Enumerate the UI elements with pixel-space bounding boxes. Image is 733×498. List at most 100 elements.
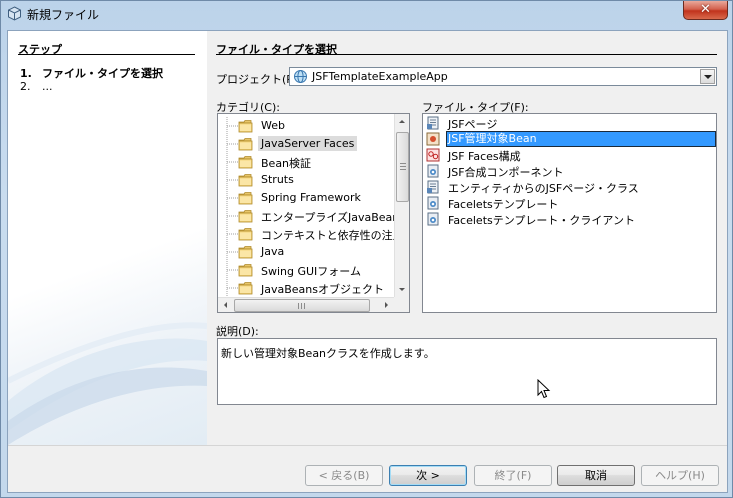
- close-button[interactable]: ✕: [683, 1, 728, 20]
- tree-item-label: JavaBeansオブジェクト: [261, 283, 384, 296]
- file-type-item[interactable]: JSFページ: [423, 115, 716, 131]
- description-label: 説明(D):: [216, 325, 259, 338]
- decorative-swoosh: [8, 322, 207, 445]
- file-type-label: Faceletsテンプレート・クライアント: [448, 214, 635, 227]
- tree-item[interactable]: コンテキストと依存性の注入: [218, 225, 404, 243]
- folder-icon: [238, 263, 254, 277]
- description-box: 新しい管理対象Beanクラスを作成します。: [217, 338, 717, 405]
- file-type-item[interactable]: エンティティからのJSFページ・クラス: [423, 179, 716, 195]
- categories-vertical-scrollbar[interactable]: [394, 114, 409, 297]
- scroll-left-arrow-icon[interactable]: [218, 298, 233, 312]
- title-bar[interactable]: 新規ファイル ✕: [1, 1, 732, 27]
- faces-config-icon: [426, 148, 440, 162]
- tree-connector: [226, 243, 238, 261]
- tree-item-label: エンタープライズJavaBeans: [261, 211, 406, 224]
- close-icon: ✕: [700, 2, 711, 17]
- categories-horizontal-scrollbar[interactable]: [218, 297, 409, 312]
- button-bar: < 戻る(B) 次 > 終了(F) 取消 ヘルプ(H): [8, 445, 727, 492]
- description-text: 新しい管理対象Beanクラスを作成します。: [221, 347, 435, 360]
- grip-line: [304, 303, 305, 309]
- tree-item-label: Java: [261, 245, 285, 258]
- tree-item-label: Bean検証: [261, 157, 312, 170]
- steps-divider: [18, 54, 195, 55]
- project-globe-icon: [294, 70, 307, 83]
- tree-item-label: Swing GUIフォーム: [261, 265, 361, 278]
- tree-connector: [226, 171, 238, 189]
- tree-connector: [226, 153, 238, 171]
- tree-item[interactable]: Spring Framework: [218, 189, 394, 207]
- step-label: ファイル・タイプを選択: [42, 67, 163, 80]
- tree-item[interactable]: Bean検証: [218, 153, 394, 171]
- step-label: ...: [42, 80, 53, 93]
- file-type-item[interactable]: Faceletsテンプレート・クライアント: [423, 211, 716, 227]
- panel-divider: [216, 54, 717, 55]
- folder-icon: [238, 173, 254, 187]
- tree-item[interactable]: Struts: [218, 171, 394, 189]
- grip-line: [400, 163, 406, 164]
- app-cube-icon: [8, 6, 21, 21]
- scroll-thumb[interactable]: [396, 132, 409, 202]
- tree-item[interactable]: Java: [218, 243, 394, 261]
- window-title: 新規ファイル: [27, 8, 100, 22]
- folder-icon: [238, 227, 254, 241]
- file-types-list[interactable]: JSFページ JSF管理対象Bean JSF Faces構成 JSF合成コンポーネント…: [422, 113, 717, 313]
- folder-icon: [238, 281, 254, 295]
- file-type-label: JSF Faces構成: [448, 150, 521, 163]
- help-button[interactable]: ヘルプ(H): [641, 465, 719, 486]
- tree-item[interactable]: JavaBeansオブジェクト: [218, 279, 394, 297]
- grip-line: [400, 166, 406, 167]
- cancel-button[interactable]: 取消: [557, 465, 635, 486]
- scroll-right-arrow-icon[interactable]: [379, 298, 394, 312]
- file-type-label: Faceletsテンプレート: [448, 198, 559, 211]
- dialog-window: 新規ファイル ✕ ステップ 1. ファイル・タイプを選択 2.... ファイル・タ…: [0, 0, 733, 498]
- file-type-label: JSF管理対象Bean: [446, 131, 716, 147]
- folder-icon: [238, 245, 254, 259]
- tree-connector: [226, 225, 238, 243]
- file-type-label: JSF合成コンポーネント: [448, 166, 564, 179]
- scroll-thumb[interactable]: [234, 299, 370, 312]
- tree-item-label: Spring Framework: [261, 191, 361, 204]
- tree-item-label: Web: [261, 119, 285, 132]
- file-type-item[interactable]: JSF Faces構成: [423, 147, 716, 163]
- step-number: 1.: [20, 67, 32, 80]
- file-type-label: JSFページ: [448, 118, 498, 131]
- main-panel: ファイル・タイプを選択 プロジェクト(P): JSFTemplateExampl…: [207, 31, 727, 445]
- steps-panel: ステップ 1. ファイル・タイプを選択 2....: [8, 31, 207, 445]
- scroll-corner: [394, 297, 409, 312]
- scroll-down-arrow-icon[interactable]: [395, 282, 409, 297]
- grip-line: [301, 303, 302, 309]
- tree-item[interactable]: Web: [218, 117, 394, 135]
- file-type-item[interactable]: JSF合成コンポーネント: [423, 163, 716, 179]
- tree-connector: [226, 261, 238, 279]
- tree-item-label: JavaServer Faces: [258, 136, 358, 151]
- step-1: 1. ファイル・タイプを選択: [20, 65, 163, 81]
- jsf-page-icon: [426, 116, 440, 130]
- file-type-label: エンティティからのJSFページ・クラス: [448, 182, 639, 195]
- folder-icon: [238, 119, 254, 133]
- folder-icon: [238, 155, 254, 169]
- tree-connector: [226, 189, 238, 207]
- project-value: JSFTemplateExampleApp: [312, 70, 448, 83]
- next-button[interactable]: 次 >: [389, 465, 467, 486]
- mouse-pointer-icon: [537, 379, 551, 399]
- file-type-item[interactable]: Faceletsテンプレート: [423, 195, 716, 211]
- step-2: 2....: [20, 80, 53, 93]
- facelets-client-icon: [426, 212, 440, 226]
- finish-button[interactable]: 終了(F): [474, 465, 552, 486]
- tree-item[interactable]: エンタープライズJavaBeans: [218, 207, 405, 225]
- folder-icon: [238, 209, 254, 223]
- grip-line: [400, 169, 406, 170]
- back-button[interactable]: < 戻る(B): [305, 465, 383, 486]
- chevron-down-icon[interactable]: [700, 69, 715, 84]
- scroll-up-arrow-icon[interactable]: [395, 114, 409, 129]
- dialog-client: ステップ 1. ファイル・タイプを選択 2.... ファイル・タイプを選択 プロジ…: [7, 30, 728, 493]
- categories-tree[interactable]: JavaBeansオブジェクト Swing GUIフォーム Java コンテキストと依…: [217, 113, 410, 313]
- tree-connector: [226, 117, 238, 135]
- tree-item[interactable]: JavaServer Faces: [218, 135, 394, 153]
- file-type-item[interactable]: JSF管理対象Bean: [423, 131, 716, 147]
- tree-item-label: Struts: [261, 173, 294, 186]
- tree-item[interactable]: Swing GUIフォーム: [218, 261, 394, 279]
- tree-connector: [226, 135, 238, 153]
- project-combobox[interactable]: JSFTemplateExampleApp: [289, 67, 717, 86]
- composite-component-icon: [426, 164, 440, 178]
